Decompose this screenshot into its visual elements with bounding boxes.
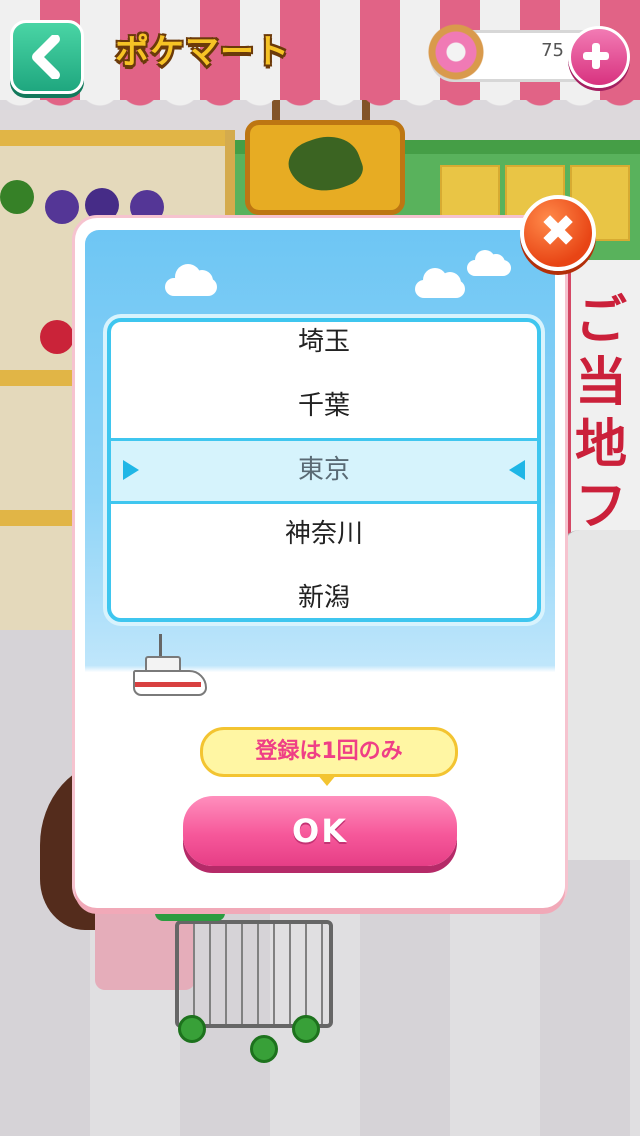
boat-stripe <box>135 682 201 687</box>
donut-icon <box>428 24 484 80</box>
note-bubble-tail <box>317 774 337 786</box>
cloud-icon <box>415 268 465 298</box>
close-icon: ✖ <box>539 206 577 257</box>
back-arrow-icon <box>32 35 60 79</box>
picker-option[interactable]: 神奈川 <box>111 502 537 566</box>
close-button[interactable]: ✖ <box>520 195 596 271</box>
cloud-icon <box>165 264 217 296</box>
back-button[interactable] <box>10 20 84 94</box>
page-title: ポケマート <box>115 32 290 72</box>
boat-mast <box>159 634 162 658</box>
picker-option[interactable]: 新潟 <box>111 566 537 618</box>
prefecture-dialog: 埼玉 千葉 東京 神奈川 新潟 登録は1回のみ OK <box>75 218 565 908</box>
picker-option[interactable]: 千葉 <box>111 374 537 438</box>
picker-option-selected[interactable]: 東京 <box>111 438 537 502</box>
wave-decoration <box>85 692 555 732</box>
add-currency-button[interactable] <box>568 26 630 88</box>
ok-button[interactable]: OK <box>183 796 457 866</box>
picker-rows: 埼玉 千葉 東京 神奈川 新潟 <box>111 322 537 618</box>
currency-amount: 75 <box>541 40 564 61</box>
one-time-note: 登録は1回のみ <box>200 727 458 777</box>
prefecture-picker[interactable]: 埼玉 千葉 東京 神奈川 新潟 <box>107 318 541 622</box>
cloud-icon <box>467 250 511 276</box>
picker-option[interactable]: 埼玉 <box>111 322 537 374</box>
dialog-sky-panel: 埼玉 千葉 東京 神奈川 新潟 登録は1回のみ OK <box>85 230 555 900</box>
